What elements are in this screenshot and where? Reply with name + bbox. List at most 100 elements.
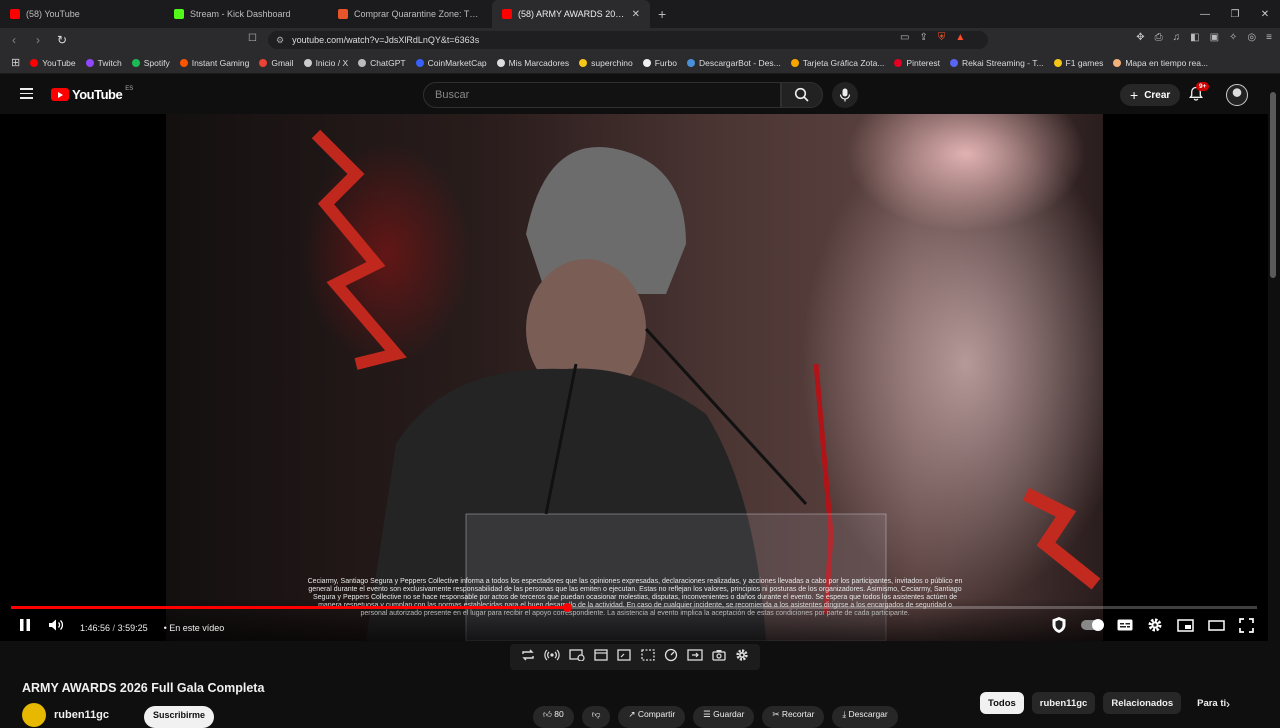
- crop-icon[interactable]: [640, 648, 655, 666]
- site-info-icon[interactable]: ⚙: [276, 35, 284, 46]
- dislike-button[interactable]: 👎︎: [581, 706, 611, 728]
- reload-button[interactable]: ↻: [52, 33, 72, 47]
- extension-settings-icon[interactable]: [735, 648, 749, 667]
- vpn-icon[interactable]: ◎: [1247, 32, 1256, 43]
- browser-tab[interactable]: Comprar Quarantine Zone: The Last: [328, 0, 492, 28]
- bookmark-list: YouTube Twitch Spotify Instant Gaming Gmail I…: [25, 58, 1213, 68]
- bookmark-icon[interactable]: ☐: [248, 33, 257, 44]
- youtube-logo[interactable]: YouTube ES: [51, 86, 133, 102]
- bookmark-item[interactable]: superchino: [574, 58, 638, 68]
- pause-button[interactable]: [18, 618, 32, 637]
- fullscreen-button[interactable]: [1239, 617, 1254, 633]
- forward-button[interactable]: ›: [28, 33, 48, 47]
- adblock-shield-icon[interactable]: [1051, 616, 1067, 634]
- clip-button[interactable]: ✂ Recortar: [762, 706, 825, 728]
- sidebar-icon[interactable]: ◧: [1190, 32, 1199, 43]
- close-window-button[interactable]: ✕: [1250, 0, 1280, 28]
- youtube-header: YouTube ES + Crear 9+: [0, 74, 1280, 114]
- guide-menu-icon[interactable]: [20, 88, 33, 99]
- chip-next-arrow-icon[interactable]: ›: [1226, 697, 1230, 711]
- subscribe-button[interactable]: Suscribirme: [144, 706, 214, 728]
- screenshot-icon[interactable]: ⎙: [1155, 32, 1163, 43]
- channel-info[interactable]: ruben11gc: [22, 703, 109, 727]
- progress-scrubber[interactable]: [563, 603, 573, 612]
- bookmark-favicon: [358, 58, 367, 67]
- expand-icon[interactable]: [687, 648, 703, 666]
- tab-close-icon[interactable]: ✕: [632, 9, 640, 20]
- browser-tab[interactable]: (58) ARMY AWARDS 2026 Full ✕: [492, 0, 650, 28]
- voice-search-button[interactable]: [832, 82, 858, 108]
- share-button[interactable]: ↗ Compartir: [618, 706, 686, 728]
- bookmark-item[interactable]: Pinterest: [889, 58, 945, 68]
- search-button[interactable]: [781, 82, 823, 108]
- bookmark-item[interactable]: ChatGPT: [353, 58, 410, 68]
- bookmark-item[interactable]: CoinMarketCap: [411, 58, 492, 68]
- back-button[interactable]: ‹: [4, 33, 24, 47]
- search-input[interactable]: [435, 89, 780, 101]
- subtitles-button[interactable]: [1117, 619, 1133, 631]
- camera-icon[interactable]: [712, 648, 726, 666]
- bookmark-item[interactable]: Twitch: [81, 58, 127, 68]
- scrollbar-thumb[interactable]: [1270, 92, 1276, 278]
- bookmark-item[interactable]: Tarjeta Gráfica Zota...: [786, 58, 890, 68]
- new-tab-button[interactable]: +: [650, 6, 674, 22]
- bookmark-item[interactable]: Mis Marcadores: [492, 58, 574, 68]
- bookmark-item[interactable]: Instant Gaming: [175, 58, 255, 68]
- bookmark-item[interactable]: F1 games: [1049, 58, 1109, 68]
- volume-button[interactable]: [48, 618, 64, 637]
- bookmark-favicon: [30, 58, 39, 67]
- media-icon[interactable]: ♫: [1173, 32, 1181, 43]
- chip-channel[interactable]: ruben11gc: [1031, 692, 1096, 714]
- autoplay-toggle[interactable]: [1081, 619, 1104, 631]
- share-icon[interactable]: ⇪: [919, 32, 927, 43]
- wallet-icon[interactable]: ▣: [1210, 32, 1219, 43]
- browser-tab[interactable]: (58) YouTube: [0, 0, 164, 28]
- minimize-button[interactable]: —: [1190, 0, 1220, 28]
- bookmark-item[interactable]: Rekai Streaming - T...: [945, 58, 1049, 68]
- chip-for-you[interactable]: Para ti: [1189, 692, 1226, 714]
- maximize-button[interactable]: ❐: [1220, 0, 1250, 28]
- theater-mode-button[interactable]: [1208, 619, 1225, 631]
- apps-icon[interactable]: ⊞: [6, 56, 25, 69]
- rewards-icon[interactable]: ▲: [955, 32, 965, 43]
- bookmark-item[interactable]: YouTube: [25, 58, 80, 68]
- bookmark-item[interactable]: Mapa en tiempo rea...: [1108, 58, 1213, 68]
- channel-avatar[interactable]: [22, 703, 46, 727]
- miniplayer-button[interactable]: [1177, 618, 1194, 632]
- menu-icon[interactable]: ≡: [1266, 32, 1272, 43]
- download-button[interactable]: ⤓ Descargar: [832, 706, 898, 728]
- search-icon: [794, 87, 809, 102]
- bookmark-item[interactable]: Spotify: [127, 58, 175, 68]
- video-player[interactable]: Ceciarmy, Santiago Segura y Peppers Coll…: [0, 114, 1268, 641]
- like-button[interactable]: 👍︎ 80: [533, 706, 574, 728]
- brave-shield-icon[interactable]: ⛨: [938, 32, 946, 43]
- install-app-icon[interactable]: ▭: [900, 32, 909, 43]
- address-bar[interactable]: ⚙ youtube.com/watch?v=JdsXlRdLnQY&t=6363…: [268, 31, 988, 49]
- chip-related[interactable]: Relacionados: [1103, 692, 1182, 714]
- chip-todos[interactable]: Todos: [980, 692, 1024, 714]
- browser-tab[interactable]: Stream - Kick Dashboard: [164, 0, 328, 28]
- bookmark-item[interactable]: Inicio / X: [299, 58, 354, 68]
- speed-icon[interactable]: [664, 648, 678, 667]
- bookmark-item[interactable]: Gmail: [254, 58, 298, 68]
- progress-bar[interactable]: [11, 603, 1257, 612]
- thumbs-down-icon: 👎︎: [591, 709, 601, 719]
- account-avatar[interactable]: [1226, 84, 1248, 106]
- film-icon[interactable]: [594, 648, 608, 666]
- watch-view-icon[interactable]: [569, 648, 585, 666]
- audio-mode-icon[interactable]: [544, 648, 560, 666]
- leo-icon[interactable]: ✧: [1229, 32, 1237, 43]
- extensions-icon[interactable]: ✥: [1136, 32, 1144, 43]
- save-button[interactable]: ☰ Guardar: [693, 706, 755, 728]
- bookmark-label: F1 games: [1065, 57, 1104, 68]
- settings-button[interactable]: [1147, 617, 1163, 633]
- bookmark-item[interactable]: Furbo: [638, 58, 682, 68]
- channel-name[interactable]: ruben11gc: [54, 709, 109, 721]
- create-button[interactable]: + Crear: [1120, 84, 1181, 106]
- chapter-label[interactable]: • En este vídeo: [164, 623, 225, 633]
- bookmark-label: superchino: [591, 57, 633, 68]
- notifications-button[interactable]: 9+: [1188, 82, 1210, 107]
- bookmark-item[interactable]: DescargarBot - Des...: [682, 58, 786, 68]
- resize-icon[interactable]: [617, 648, 631, 666]
- loop-icon[interactable]: [521, 648, 535, 666]
